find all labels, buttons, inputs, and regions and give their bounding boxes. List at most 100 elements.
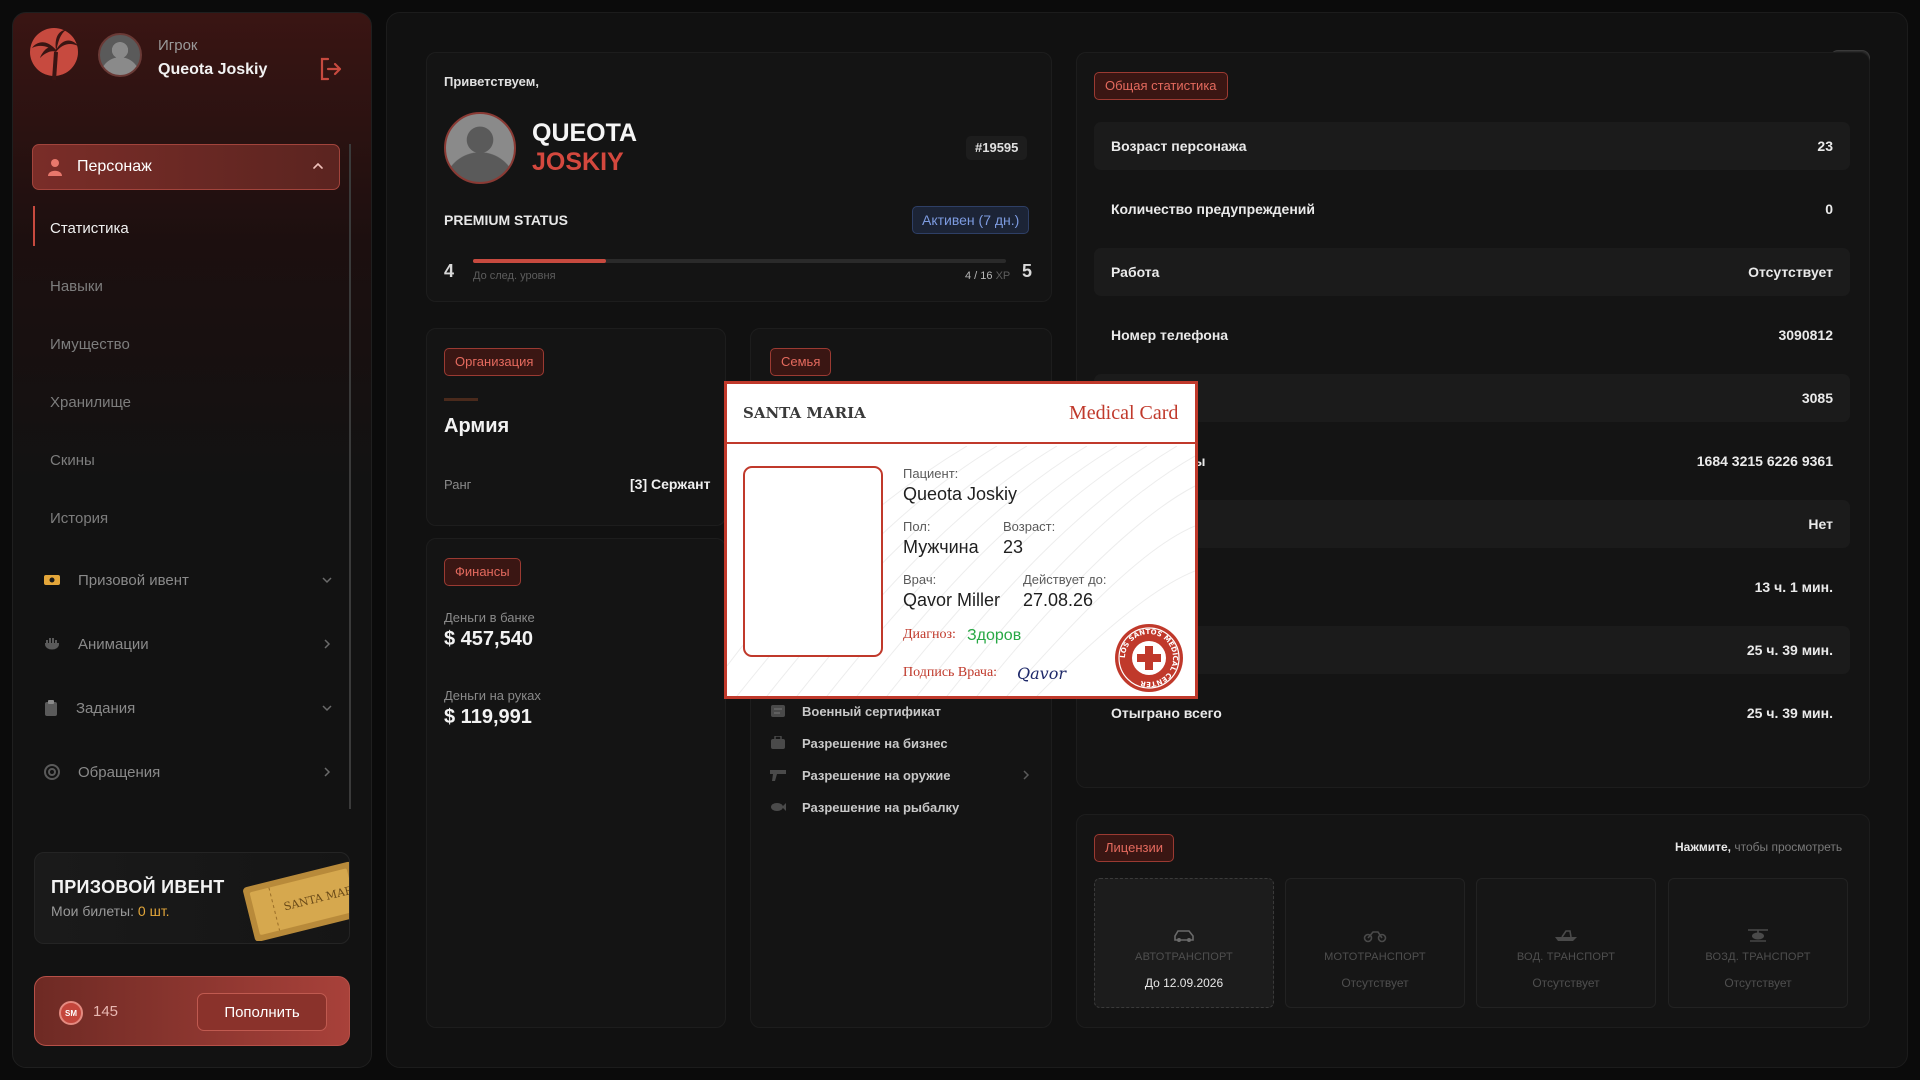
license-air-name: ВОЗД. ТРАНСПОРТ [1705, 951, 1811, 963]
xp-progress-fill [473, 259, 606, 263]
stat-value: 13 ч. 1 мин. [1754, 579, 1833, 595]
prize-event-card[interactable]: ПРИЗОВОЙ ИВЕНТ Мои билеты: 0 шт. SANTA M… [34, 852, 350, 944]
medical-card-brand: SANTA MARIA [743, 404, 866, 422]
premium-label: PREMIUM STATUS [444, 212, 568, 228]
license-card-moto[interactable]: МОТОТРАНСПОРТ Отсутствует [1285, 878, 1465, 1008]
stat-label: Номер телефона [1111, 327, 1229, 343]
stat-label: Возраст персонажа [1111, 138, 1247, 154]
valid-until-label: Действует до: [1023, 572, 1107, 587]
stat-row: Работа Отсутствует [1094, 248, 1850, 296]
sex-label: Пол: [903, 519, 931, 534]
stat-value: 3085 [1801, 390, 1833, 406]
stat-value: Нет [1808, 516, 1833, 532]
license-card-air[interactable]: ВОЗД. ТРАНСПОРТ Отсутствует [1668, 878, 1848, 1008]
topup-button[interactable]: Пополнить [197, 993, 327, 1031]
license-air-status: Отсутствует [1724, 976, 1792, 990]
welcome-panel [426, 52, 1052, 302]
license-moto-status: Отсутствует [1341, 976, 1409, 990]
license-boat-status: Отсутствует [1532, 976, 1600, 990]
car-icon [1174, 930, 1194, 942]
chevron-up-icon [313, 162, 323, 169]
nav-character-label: Персонаж [77, 158, 152, 175]
stat-value: 0 [1825, 201, 1833, 217]
nav-tasks-label: Задания [76, 699, 136, 717]
doc-military-certificate[interactable]: Военный сертификат [770, 701, 1032, 721]
profile-id-badge: #19595 [966, 136, 1028, 160]
doc-military-certificate-label: Военный сертификат [802, 703, 942, 719]
valid-until-value: 27.08.26 [1023, 590, 1094, 610]
nav-character[interactable]: Персонаж [32, 144, 340, 190]
signature-label: Подпись Врача: [903, 665, 998, 680]
chevron-right-icon [1023, 770, 1030, 780]
stat-label: Количество предупреждений [1111, 201, 1315, 217]
nav-appeals[interactable]: Обращения [44, 758, 334, 786]
stat-row: фона3085 [1094, 374, 1850, 422]
coin-icon: SM [59, 1001, 83, 1025]
doc-weapon-permit[interactable]: Разрешение на оружие [770, 765, 1032, 785]
doc-business-permit-label: Разрешение на бизнес [802, 735, 948, 751]
hand-icon [44, 638, 60, 650]
doc-fishing-permit[interactable]: Разрешение на рыбалку [770, 797, 1032, 817]
prize-event-tickets: Мои билеты: 0 шт. [51, 903, 170, 919]
doctor-value: Qavor Miller [903, 590, 1001, 610]
motorcycle-icon [1363, 931, 1387, 943]
profile-first-name: QUEOTA [532, 119, 638, 147]
doc-business-permit[interactable]: Разрешение на бизнес [770, 733, 1032, 753]
subitem-storage[interactable]: Хранилище [50, 394, 131, 411]
subitem-property[interactable]: Имущество [50, 336, 130, 353]
bank-money-label: Деньги в банке [444, 610, 535, 625]
family-tag: Семья [770, 348, 832, 376]
subitem-skills[interactable]: Навыки [50, 278, 103, 295]
active-subitem-indicator [33, 206, 35, 246]
nav-animations-label: Анимации [78, 635, 149, 653]
logout-icon[interactable] [318, 56, 344, 82]
palm-logo-icon [30, 28, 78, 81]
nav-tasks[interactable]: Задания [44, 694, 334, 722]
chevron-down-icon [322, 705, 332, 712]
patient-value: Queota Joskiy [903, 484, 1018, 504]
nav-animations[interactable]: Анимации [44, 630, 334, 658]
subitem-history[interactable]: История [50, 510, 108, 527]
stat-row: месяц25 ч. 39 мин. [1094, 626, 1850, 674]
stats-tag: Общая статистика [1094, 72, 1228, 100]
stat-label: Работа [1111, 264, 1160, 280]
nav-prize-event[interactable]: Призовой ивент [44, 566, 334, 594]
subitem-statistics[interactable]: Статистика [50, 220, 129, 237]
doctor-signature: Qavor [1017, 664, 1066, 683]
lifebuoy-icon [44, 764, 60, 780]
stat-value: 1684 3215 6226 9361 [1696, 453, 1833, 469]
stat-row: Нет [1094, 500, 1850, 548]
rank-label: Ранг [444, 477, 472, 492]
fish-icon [771, 803, 786, 811]
patient-photo-placeholder [743, 466, 883, 657]
medical-card[interactable]: SANTA MARIA Medical Card Пациент: Queota… [724, 381, 1198, 699]
license-card-boat[interactable]: ВОД. ТРАНСПОРТ Отсутствует [1476, 878, 1656, 1008]
sex-value: Мужчина [903, 537, 979, 557]
license-boat-name: ВОД. ТРАНСПОРТ [1516, 951, 1616, 963]
prize-event-title: ПРИЗОВОЙ ИВЕНТ [51, 877, 225, 897]
player-name: Queota Joskiy [158, 61, 268, 78]
stat-value: 23 [1817, 138, 1833, 154]
licenses-tag: Лицензии [1094, 834, 1174, 862]
stat-row: овской карты1684 3215 6226 9361 [1094, 437, 1850, 485]
license-car-name: АВТОТРАНСПОРТ [1135, 951, 1233, 963]
sidebar-scrollbar[interactable] [349, 144, 351, 809]
stat-row: Возраст персонажа 23 [1094, 122, 1850, 170]
doc-weapon-permit-label: Разрешение на оружие [802, 767, 951, 783]
player-avatar[interactable] [98, 33, 142, 77]
age-value: 23 [1003, 537, 1024, 557]
stat-label: Отыграно всего [1111, 705, 1222, 721]
license-card-car[interactable]: АВТОТРАНСПОРТ До 12.09.2026 [1094, 878, 1274, 1008]
certificate-icon [771, 705, 785, 717]
boat-icon [1555, 930, 1577, 941]
license-car-status: До 12.09.2026 [1144, 976, 1224, 990]
stat-value: 3090812 [1778, 327, 1833, 343]
cash-money-label: Деньги на руках [444, 688, 541, 703]
level-next: 5 [1022, 261, 1033, 281]
medical-card-title: Medical Card [1069, 402, 1179, 424]
gun-icon [770, 770, 786, 781]
chevron-right-icon [324, 639, 331, 649]
chevron-right-icon [324, 767, 331, 777]
rank-value: [3] Сержант [630, 476, 711, 492]
subitem-skins[interactable]: Скины [50, 452, 95, 469]
